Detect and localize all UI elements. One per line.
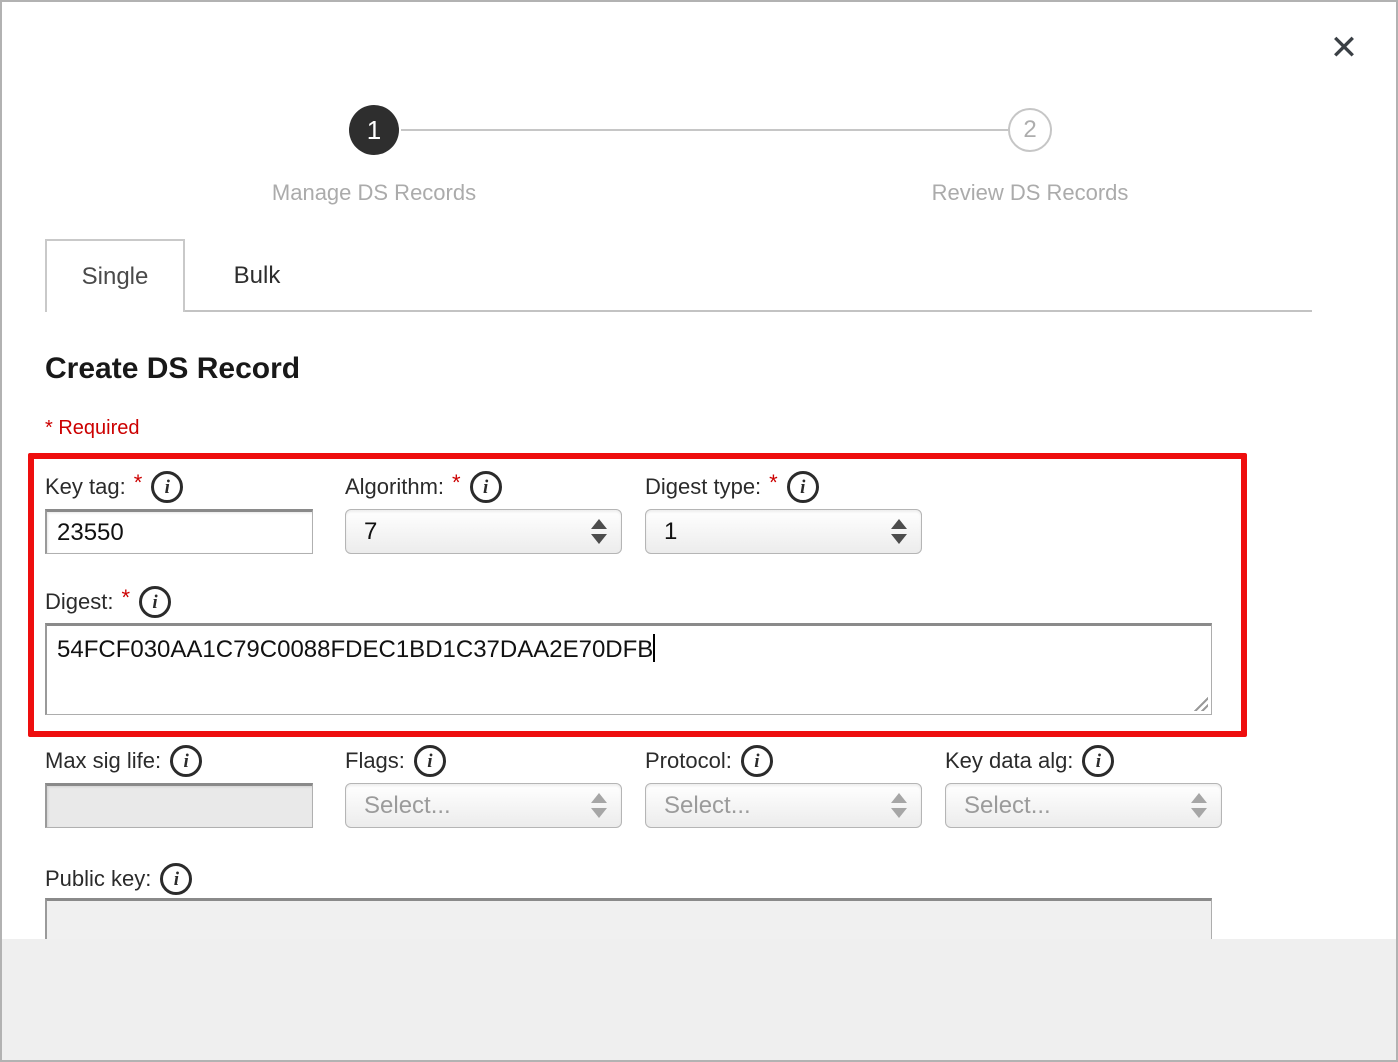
- modal-footer: Cancel Back Next: [2, 939, 1396, 1060]
- digest-value: 54FCF030AA1C79C0088FDEC1BD1C37DAA2E70DFB: [57, 636, 653, 663]
- public-key-label: Public key: i: [45, 862, 192, 896]
- required-marker: *: [121, 585, 130, 611]
- required-marker: *: [452, 470, 461, 496]
- select-arrows-icon: [891, 519, 907, 544]
- step-2-number: 2: [1023, 116, 1036, 144]
- select-arrows-icon: [891, 793, 907, 818]
- protocol-select[interactable]: Select...: [645, 783, 922, 828]
- key-tag-label: Key tag: * i: [45, 470, 183, 504]
- step-2-label: Review DS Records: [932, 180, 1129, 206]
- create-ds-record-modal: ✕ 1 2 Manage DS Records Review DS Record…: [0, 0, 1398, 1062]
- tab-single[interactable]: Single: [45, 239, 185, 312]
- step-2-indicator: 2: [1008, 108, 1052, 152]
- digest-type-label: Digest type: * i: [645, 470, 819, 504]
- text-cursor: [653, 634, 655, 662]
- resize-handle-icon[interactable]: [1193, 696, 1208, 711]
- close-icon[interactable]: ✕: [1322, 26, 1366, 70]
- flags-info-icon[interactable]: i: [414, 745, 446, 777]
- step-1-label: Manage DS Records: [272, 180, 476, 206]
- key-tag-info-icon[interactable]: i: [151, 471, 183, 503]
- key-data-alg-label: Key data alg: i: [945, 744, 1114, 778]
- key-tag-input[interactable]: [45, 509, 313, 554]
- select-arrows-icon: [591, 519, 607, 544]
- digest-textarea[interactable]: 54FCF030AA1C79C0088FDEC1BD1C37DAA2E70DFB: [45, 623, 1212, 715]
- public-key-info-icon[interactable]: i: [160, 863, 192, 895]
- algorithm-label: Algorithm: * i: [345, 470, 502, 504]
- required-note: * Required: [45, 417, 140, 440]
- tab-bulk[interactable]: Bulk: [187, 239, 327, 312]
- flags-select[interactable]: Select...: [345, 783, 622, 828]
- key-data-alg-info-icon[interactable]: i: [1082, 745, 1114, 777]
- page-title: Create DS Record: [45, 352, 300, 386]
- public-key-textarea[interactable]: [45, 898, 1212, 941]
- step-1-indicator: 1: [349, 105, 399, 155]
- select-arrows-icon: [591, 793, 607, 818]
- protocol-info-icon[interactable]: i: [741, 745, 773, 777]
- required-marker: *: [769, 470, 778, 496]
- algorithm-info-icon[interactable]: i: [470, 471, 502, 503]
- digest-type-info-icon[interactable]: i: [787, 471, 819, 503]
- max-sig-life-input[interactable]: [45, 783, 313, 828]
- select-arrows-icon: [1191, 793, 1207, 818]
- protocol-label: Protocol: i: [645, 744, 773, 778]
- tab-underline: [45, 310, 1312, 312]
- required-marker: *: [134, 470, 143, 496]
- algorithm-select[interactable]: 7: [345, 509, 622, 554]
- step-1-number: 1: [367, 115, 381, 146]
- digest-type-select[interactable]: 1: [645, 509, 922, 554]
- digest-info-icon[interactable]: i: [139, 586, 171, 618]
- key-data-alg-select[interactable]: Select...: [945, 783, 1222, 828]
- max-sig-life-label: Max sig life: i: [45, 744, 202, 778]
- max-sig-life-info-icon[interactable]: i: [170, 745, 202, 777]
- stepper-connector: [401, 129, 1008, 131]
- digest-label: Digest: * i: [45, 585, 171, 619]
- flags-label: Flags: i: [345, 744, 446, 778]
